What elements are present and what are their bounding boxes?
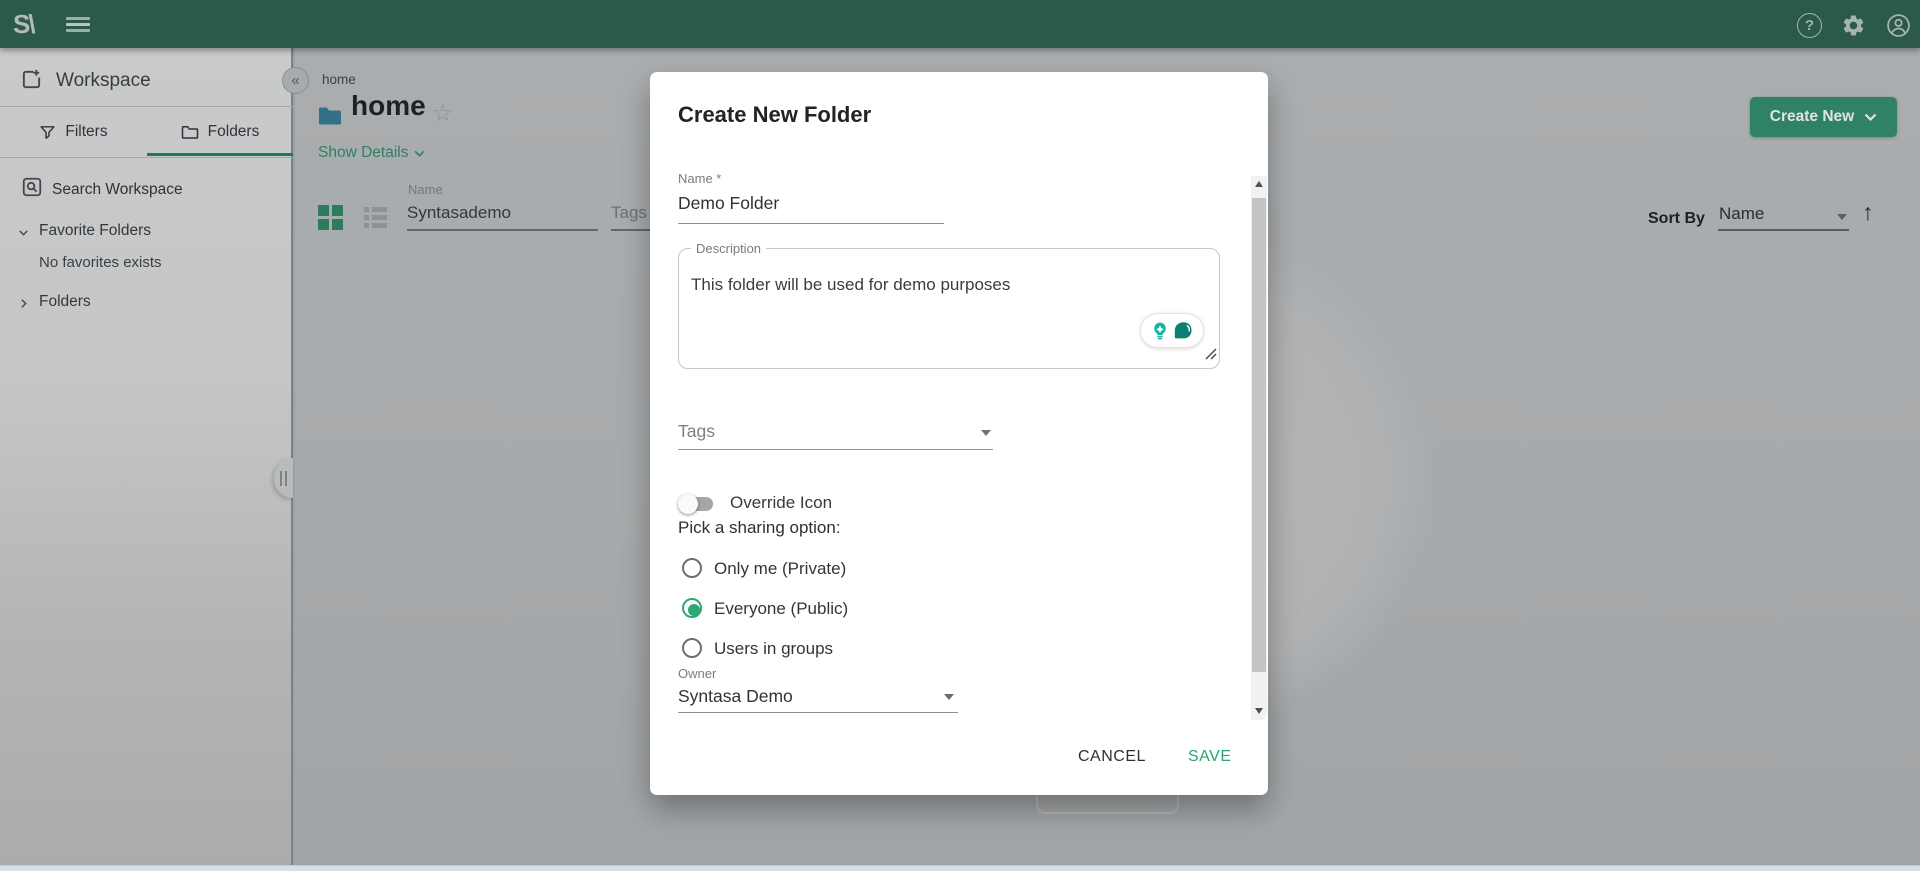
create-new-button[interactable]: Create New (1750, 97, 1897, 137)
sort-underline (1718, 229, 1849, 231)
favorites-empty-text: No favorites exists (39, 254, 162, 271)
hamburger-menu-icon[interactable] (66, 17, 90, 32)
scrollbar-thumb[interactable] (1252, 198, 1266, 672)
grid-view-button[interactable] (318, 205, 342, 229)
favorite-star-icon[interactable]: ☆ (432, 99, 454, 128)
name-field[interactable]: Demo Folder (678, 193, 779, 214)
show-details-label: Show Details (318, 144, 408, 162)
writing-assistant-widget[interactable] (1140, 313, 1204, 348)
filter-icon (39, 124, 56, 141)
description-text: This folder will be used for demo purpos… (691, 275, 1121, 295)
lightbulb-icon[interactable] (1150, 321, 1170, 341)
radio-label: Everyone (Public) (714, 599, 848, 619)
account-icon[interactable] (1886, 13, 1911, 38)
folder-icon (318, 106, 342, 126)
bg-name-field-label: Name (408, 182, 443, 197)
bg-tags-underline (611, 229, 653, 231)
tags-underline (678, 449, 993, 450)
folders-label: Folders (39, 293, 91, 311)
sharing-prompt: Pick a sharing option: (678, 518, 841, 538)
sort-by-select[interactable]: Name (1719, 204, 1764, 224)
search-workspace-label: Search Workspace (52, 181, 183, 199)
save-button[interactable]: SAVE (1182, 744, 1238, 770)
tab-filters[interactable]: Filters (0, 108, 147, 156)
create-new-folder-dialog: Create New Folder Name * Demo Folder Des… (650, 72, 1268, 795)
divider (0, 106, 293, 107)
breadcrumb[interactable]: home (322, 72, 356, 87)
sidebar-resize-handle[interactable] (274, 458, 293, 498)
workspace-header: Workspace (0, 62, 293, 102)
divider (0, 157, 293, 158)
chat-bubble-icon[interactable] (1172, 320, 1194, 342)
owner-underline (678, 712, 958, 713)
owner-label: Owner (678, 666, 716, 681)
bg-tags-field[interactable]: Tags (611, 203, 647, 223)
chevron-down-icon (1837, 214, 1847, 220)
workspace-title: Workspace (56, 70, 151, 92)
chevron-down-icon (17, 226, 30, 239)
bg-name-field[interactable]: Syntasademo (407, 203, 511, 223)
folder-icon (181, 124, 199, 140)
tab-filters-label: Filters (65, 123, 107, 141)
chevron-right-icon (17, 297, 30, 310)
top-bar: S\ ? (0, 0, 1920, 48)
page-title: home (351, 90, 426, 122)
radio-icon (682, 598, 702, 618)
chevron-down-icon (414, 150, 425, 157)
override-icon-toggle[interactable] (678, 492, 715, 516)
sidebar-item-favorite-folders[interactable]: Favorite Folders (0, 220, 293, 246)
chevron-down-icon (944, 694, 954, 700)
list-view-button[interactable] (364, 207, 388, 229)
bg-name-underline (407, 229, 598, 231)
sort-direction-button[interactable]: ↑ (1862, 199, 1874, 226)
name-field-label: Name * (678, 171, 721, 186)
dialog-title: Create New Folder (678, 102, 871, 128)
tab-folders-label: Folders (208, 123, 260, 141)
description-field[interactable]: Description This folder will be used for… (678, 248, 1220, 369)
tags-select[interactable]: Tags (678, 421, 715, 442)
radio-users-in-groups[interactable]: Users in groups (678, 637, 978, 661)
sidebar-item-folders[interactable]: Folders (0, 291, 293, 317)
help-icon[interactable]: ? (1797, 13, 1822, 38)
create-new-label: Create New (1770, 108, 1854, 126)
chevron-down-icon (981, 430, 991, 436)
chevron-down-icon (1864, 113, 1877, 121)
active-tab-underline (147, 153, 293, 156)
radio-label: Users in groups (714, 639, 833, 659)
scroll-up-arrow[interactable] (1255, 181, 1263, 187)
radio-icon (682, 638, 702, 658)
syntasa-logo[interactable]: S\ (13, 9, 34, 40)
search-icon (21, 176, 43, 198)
resize-handle[interactable] (1203, 346, 1217, 360)
dialog-scrollbar[interactable] (1251, 176, 1267, 720)
radio-everyone[interactable]: Everyone (Public) (678, 597, 978, 621)
owner-select[interactable]: Syntasa Demo (678, 686, 793, 707)
radio-only-me[interactable]: Only me (Private) (678, 557, 978, 581)
workspace-icon (20, 68, 43, 91)
sidebar-collapse-button[interactable]: « (282, 67, 309, 94)
override-icon-label: Override Icon (730, 493, 832, 513)
description-label: Description (691, 241, 766, 256)
favorite-folders-label: Favorite Folders (39, 222, 151, 240)
tab-folders[interactable]: Folders (147, 108, 293, 156)
sidebar-item-search-workspace[interactable]: Search Workspace (0, 176, 293, 208)
horizontal-scrollbar[interactable] (0, 865, 1920, 871)
cancel-button[interactable]: CANCEL (1072, 744, 1152, 770)
gear-icon[interactable] (1841, 13, 1866, 38)
show-details-link[interactable]: Show Details (318, 144, 425, 162)
sidebar: Workspace Filters Folders Search Workspa… (0, 48, 293, 865)
sort-by-label: Sort By (1648, 210, 1705, 228)
name-underline (678, 223, 944, 224)
scroll-down-arrow[interactable] (1255, 708, 1263, 714)
app-root: S\ ? Workspace Filters Folders (0, 0, 1920, 871)
radio-label: Only me (Private) (714, 559, 846, 579)
radio-icon (682, 558, 702, 578)
